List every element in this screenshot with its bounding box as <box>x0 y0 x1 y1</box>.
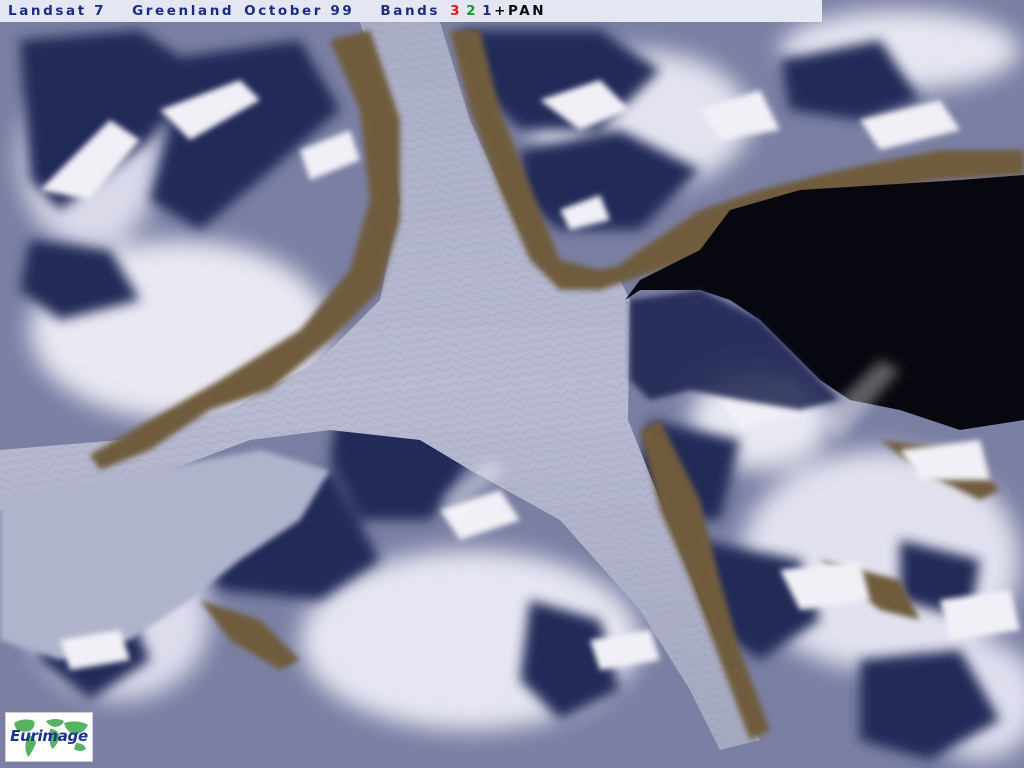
caption-place: Greenland <box>132 3 235 19</box>
caption-band-green: 2 <box>466 3 479 19</box>
image-caption: Landsat 7 Greenland October 99 Bands 3 2… <box>0 0 822 22</box>
caption-pan: PAN <box>507 3 547 19</box>
caption-bands-label: Bands <box>380 3 441 19</box>
caption-band-red: 3 <box>450 3 463 19</box>
satellite-image <box>0 0 1024 768</box>
eurimage-logo: Eurimage <box>5 712 93 762</box>
caption-date: October 99 <box>244 3 355 19</box>
logo-text: Eurimage <box>10 727 88 745</box>
caption-band-blue: 1 <box>482 3 495 19</box>
caption-satellite: Landsat 7 <box>8 3 107 19</box>
caption-plus: + <box>494 3 508 19</box>
